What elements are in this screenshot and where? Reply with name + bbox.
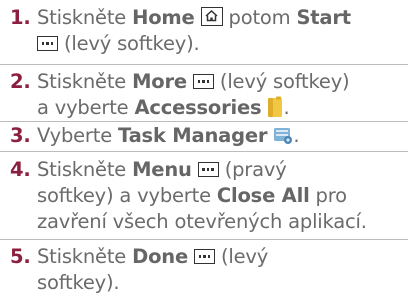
menu-label: Menu (132, 158, 192, 181)
home-key-icon (200, 7, 223, 26)
step-text: potom (222, 6, 297, 29)
step-line: Stiskněte Home potom Start (37, 5, 408, 31)
step-text: Stiskněte (37, 158, 133, 181)
step-text: a vyberte (37, 96, 135, 119)
step-1: 1. Stiskněte Home potom Start (levý soft… (0, 0, 408, 65)
step-number: 1. (10, 6, 31, 29)
step-line: zavření všech otevřených aplikací. (37, 209, 408, 235)
start-label: Start (296, 6, 351, 29)
instruction-steps: 1. Stiskněte Home potom Start (levý soft… (0, 0, 408, 300)
folder-icon (267, 96, 283, 125)
step-text: (levý (215, 245, 269, 268)
step-line: (levý softkey). (37, 31, 408, 57)
step-text: softkey). (37, 271, 120, 294)
step-text: (levý softkey). (58, 32, 200, 55)
softkey-icon (37, 36, 58, 51)
step-line: Vyberte Task Manager . (37, 123, 408, 152)
step-text: Vyberte (37, 124, 118, 147)
step-text: softkey) a vyberte (37, 184, 217, 207)
step-line: Stiskněte Done (levý (37, 244, 408, 270)
step-text: Stiskněte (37, 70, 133, 93)
step-number: 4. (10, 158, 31, 181)
home-key-label: Home (132, 6, 195, 29)
step-text: (pravý (218, 158, 287, 181)
step-text: zavření všech otevřených aplikací. (37, 210, 367, 233)
step-number: 2. (10, 70, 31, 93)
step-line: softkey). (37, 270, 408, 296)
step-text: pro (309, 184, 348, 207)
close-all-label: Close All (216, 184, 310, 207)
step-line: Stiskněte Menu (pravý (37, 157, 408, 183)
step-4: 4. Stiskněte Menu (pravý softkey) a vybe… (0, 152, 408, 240)
softkey-icon (197, 162, 219, 177)
step-text: (levý softkey) (213, 70, 350, 93)
done-label: Done (132, 245, 188, 268)
step-text: Stiskněte (37, 6, 133, 29)
softkey-icon (192, 74, 214, 89)
step-number: 5. (10, 245, 31, 268)
step-3: 3. Vyberte Task Manager . (0, 122, 408, 152)
step-2: 2. Stiskněte More (levý softkey) a vyber… (0, 65, 408, 122)
step-5: 5. Stiskněte Done (levý softkey). (0, 240, 408, 300)
step-line: softkey) a vyberte Close All pro (37, 183, 408, 209)
task-manager-label: Task Manager (118, 124, 268, 147)
task-manager-icon (273, 125, 293, 152)
step-text: . (283, 96, 290, 119)
accessories-label: Accessories (134, 96, 262, 119)
step-number: 3. (10, 124, 31, 147)
step-line: Stiskněte More (levý softkey) (37, 69, 408, 95)
softkey-icon (194, 249, 215, 264)
step-line: a vyberte Accessories . (37, 95, 408, 125)
step-text: . (293, 124, 300, 147)
step-text: Stiskněte (37, 245, 133, 268)
more-label: More (132, 70, 187, 93)
